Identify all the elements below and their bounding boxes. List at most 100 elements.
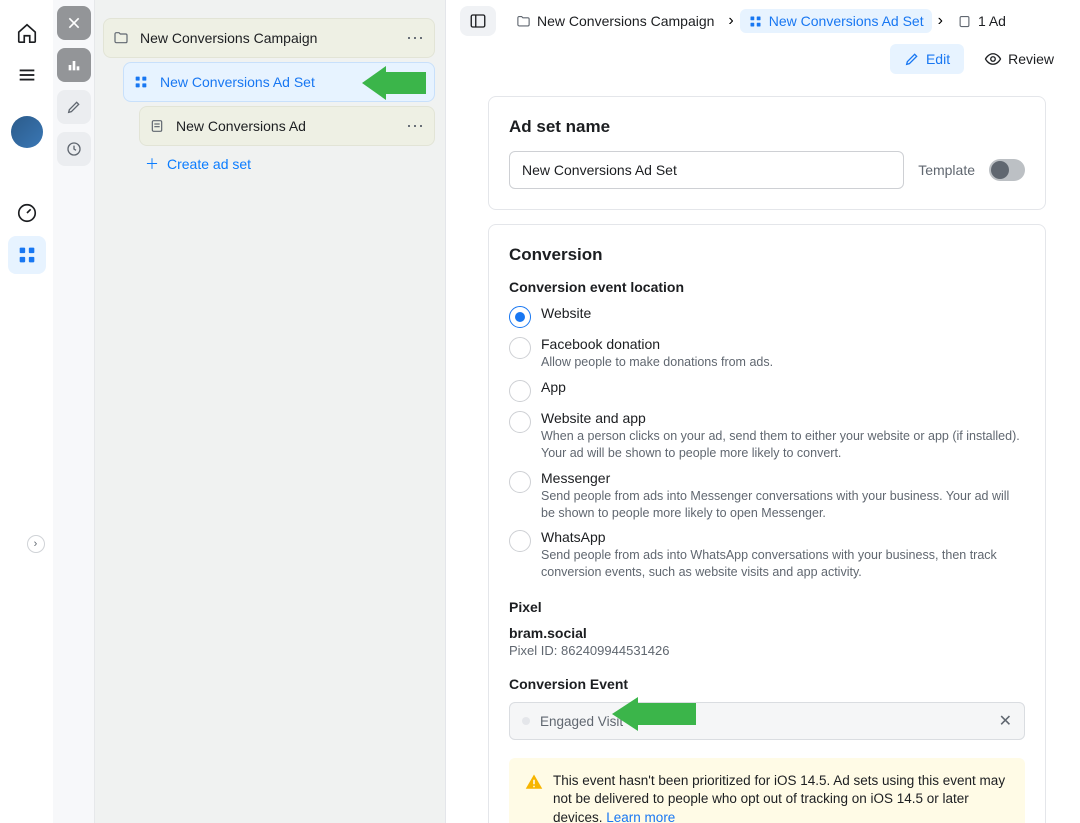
home-icon [16, 22, 38, 44]
tool-rail [53, 0, 95, 823]
history-tool-button[interactable] [57, 132, 91, 166]
eye-icon [984, 50, 1002, 68]
conversion-card: Conversion Conversion event location Web… [488, 224, 1046, 823]
pencil-icon [904, 51, 920, 67]
left-icon-rail: › [0, 0, 53, 823]
note-icon [957, 14, 972, 29]
radio-button[interactable] [509, 471, 531, 493]
template-label: Template [918, 162, 975, 178]
chart-tool-button[interactable] [57, 48, 91, 82]
editor-pane: New Conversions Campaign › New Conversio… [445, 0, 1080, 823]
edit-label: Edit [926, 51, 950, 67]
clock-icon [66, 141, 82, 157]
crumb-campaign-label: New Conversions Campaign [537, 13, 714, 29]
breadcrumb: New Conversions Campaign › New Conversio… [460, 6, 1070, 40]
close-icon [66, 15, 82, 31]
radio-title: App [541, 379, 1025, 395]
radio-button[interactable] [509, 530, 531, 552]
radio-button[interactable] [509, 306, 531, 328]
tree-row-adset[interactable]: New Conversions Ad Set [123, 62, 435, 102]
radio-description: When a person clicks on your ad, send th… [541, 428, 1025, 462]
panel-toggle-button[interactable] [460, 6, 496, 36]
pixel-header: Pixel [509, 599, 1025, 615]
crumb-ad-label: 1 Ad [978, 13, 1006, 29]
conversion-event-value: Engaged Visit [540, 714, 999, 729]
content-scroll[interactable]: Ad set name Template Conversion Conversi… [460, 82, 1070, 823]
tree-row-campaign[interactable]: New Conversions Campaign ⋯ [103, 18, 435, 58]
conversion-event-header: Conversion Event [509, 676, 1025, 692]
template-toggle[interactable] [989, 159, 1025, 181]
tree-row-label: New Conversions Ad Set [160, 74, 404, 90]
radio-option[interactable]: Facebook donation Allow people to make do… [509, 336, 1025, 371]
conversion-title: Conversion [509, 245, 1025, 265]
crumb-adset[interactable]: New Conversions Ad Set [740, 9, 932, 33]
avatar[interactable] [11, 116, 43, 148]
home-button[interactable] [8, 14, 46, 52]
folder-icon [112, 29, 130, 47]
pencil-icon [66, 99, 82, 115]
gauge-icon [16, 202, 38, 224]
edit-button[interactable]: Edit [890, 44, 964, 74]
radio-button[interactable] [509, 411, 531, 433]
conversion-event-select[interactable]: Engaged Visit ✕ [509, 702, 1025, 740]
radio-option[interactable]: Messenger Send people from ads into Messe… [509, 470, 1025, 522]
more-icon[interactable]: ⋯ [406, 28, 426, 49]
radio-title: Messenger [541, 470, 1025, 486]
conversion-event-location-header: Conversion event location [509, 279, 1025, 295]
structure-tree: New Conversions Campaign ⋯ New Conversio… [95, 0, 445, 823]
crumb-ad[interactable]: 1 Ad [949, 9, 1014, 33]
radio-title: Facebook donation [541, 336, 1025, 352]
crumb-adset-label: New Conversions Ad Set [769, 13, 924, 29]
radio-description: Send people from ads into WhatsApp conve… [541, 547, 1025, 581]
top-actions: Edit Review [460, 40, 1070, 82]
note-icon [148, 117, 166, 135]
more-icon[interactable]: ⋯ [406, 116, 426, 137]
dashboard-button[interactable] [8, 194, 46, 232]
grid-icon [16, 244, 38, 266]
tree-row-ad[interactable]: New Conversions Ad ⋯ [139, 106, 435, 146]
review-label: Review [1008, 51, 1054, 67]
radio-option[interactable]: WhatsApp Send people from ads into WhatsA… [509, 529, 1025, 581]
chevron-right-icon: › [938, 12, 943, 30]
crumb-campaign[interactable]: New Conversions Campaign [508, 9, 722, 33]
radio-description: Send people from ads into Messenger conv… [541, 488, 1025, 522]
status-dot-icon [522, 717, 530, 725]
pixel-id: Pixel ID: 862409944531426 [509, 643, 1025, 658]
learn-more-link[interactable]: Learn more [606, 810, 675, 823]
radio-button[interactable] [509, 337, 531, 359]
grid-icon [748, 14, 763, 29]
expand-sidebar-handle[interactable]: › [27, 535, 45, 553]
radio-button[interactable] [509, 380, 531, 402]
review-button[interactable]: Review [970, 44, 1068, 74]
apps-button[interactable] [8, 236, 46, 274]
adset-name-title: Ad set name [509, 117, 1025, 137]
radio-option[interactable]: Website [509, 305, 1025, 328]
folder-icon [516, 14, 531, 29]
create-adset-button[interactable]: ＋ Create ad set [145, 154, 435, 174]
hamburger-button[interactable] [8, 56, 46, 94]
tree-row-label: New Conversions Ad [176, 118, 406, 134]
pixel-name: bram.social [509, 625, 1025, 641]
adset-name-card: Ad set name Template [488, 96, 1046, 210]
chevron-right-icon: › [728, 12, 733, 30]
edit-tool-button[interactable] [57, 90, 91, 124]
warning-banner: This event hasn't been prioritized for i… [509, 758, 1025, 823]
create-adset-label: Create ad set [167, 156, 251, 172]
tree-row-label: New Conversions Campaign [140, 30, 406, 46]
plus-icon: ＋ [145, 154, 159, 174]
panel-icon [469, 12, 487, 30]
hamburger-icon [16, 64, 38, 86]
rename-icon[interactable] [408, 73, 426, 91]
radio-title: WhatsApp [541, 529, 1025, 545]
radio-title: Website and app [541, 410, 1025, 426]
radio-description: Allow people to make donations from ads. [541, 354, 1025, 371]
radio-title: Website [541, 305, 1025, 321]
warning-icon [525, 773, 543, 791]
radio-option[interactable]: App [509, 379, 1025, 402]
bar-chart-icon [66, 57, 82, 73]
grid-icon [132, 73, 150, 91]
close-panel-button[interactable] [57, 6, 91, 40]
adset-name-input[interactable] [509, 151, 904, 189]
clear-icon[interactable]: ✕ [999, 711, 1012, 731]
radio-option[interactable]: Website and app When a person clicks on y… [509, 410, 1025, 462]
